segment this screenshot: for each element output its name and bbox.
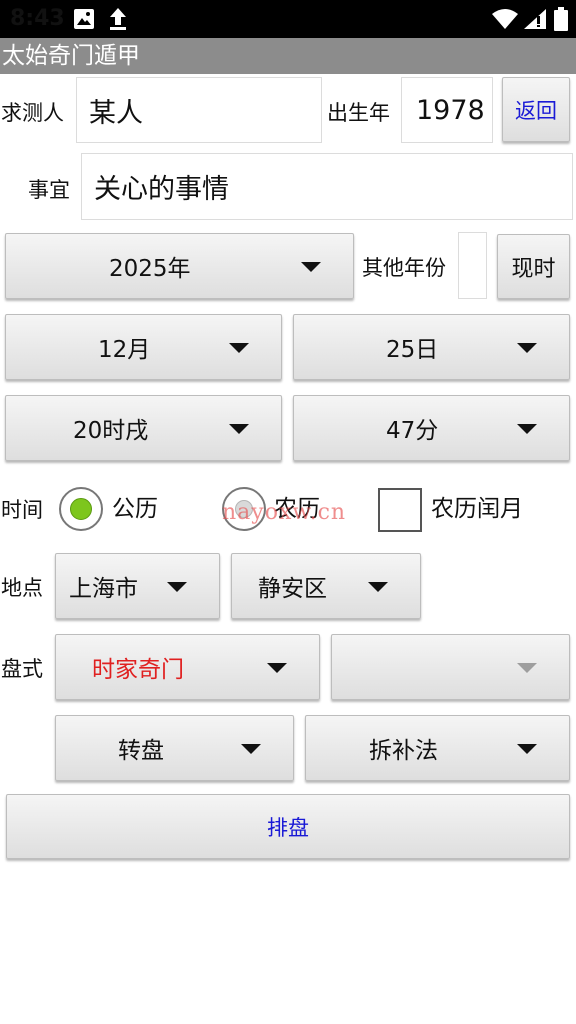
other-year-label: 其他年份 [362, 256, 446, 280]
download-icon [106, 6, 130, 32]
chevron-down-icon [229, 424, 249, 434]
method-spinner[interactable]: 转盘 [55, 715, 294, 781]
birth-year-label: 出生年 [327, 101, 390, 125]
district-value: 静安区 [258, 576, 327, 602]
chevron-down-icon [167, 582, 187, 592]
chart-subtype-spinner[interactable] [331, 634, 570, 700]
other-year-input[interactable] [458, 232, 487, 299]
solar-calendar-label: 公历 [112, 496, 158, 522]
chart-type-value: 时家奇门 [92, 657, 184, 683]
chart-style-label: 盘式 [1, 657, 43, 681]
chevron-down-icon [368, 582, 388, 592]
year-spinner[interactable]: 2025年 [5, 233, 354, 299]
minute-value: 47分 [386, 418, 439, 444]
chevron-down-icon [229, 343, 249, 353]
leap-month-checkbox[interactable] [378, 488, 422, 532]
watermark: nayoxw.cn [222, 500, 347, 525]
city-spinner[interactable]: 上海市 [55, 553, 220, 619]
chart-type-spinner[interactable]: 时家奇门 [55, 634, 320, 700]
back-button[interactable]: 返回 [502, 77, 570, 142]
radio-solar[interactable] [59, 487, 103, 531]
chevron-down-icon [301, 262, 321, 272]
chevron-down-icon [517, 663, 537, 673]
radio-selected-dot [70, 498, 92, 520]
battery-icon [552, 6, 570, 32]
matter-input[interactable]: 关心的事情 [81, 153, 573, 220]
birth-year-input[interactable]: 1978 [401, 77, 493, 143]
location-label: 地点 [1, 576, 43, 600]
now-button[interactable]: 现时 [497, 234, 570, 299]
person-input[interactable]: 某人 [76, 77, 322, 143]
wifi-icon [490, 6, 520, 32]
month-value: 12月 [98, 337, 151, 363]
day-spinner[interactable]: 25日 [293, 314, 570, 380]
district-spinner[interactable]: 静安区 [231, 553, 421, 619]
status-time: 8:43 [10, 6, 65, 31]
chevron-down-icon [267, 663, 287, 673]
chevron-down-icon [517, 343, 537, 353]
signal-icon [522, 6, 548, 32]
matter-label: 事宜 [28, 178, 70, 202]
hour-spinner[interactable]: 20时戌 [5, 395, 282, 461]
image-icon [72, 6, 96, 32]
minute-spinner[interactable]: 47分 [293, 395, 570, 461]
method-value: 转盘 [118, 738, 164, 764]
city-value: 上海市 [69, 576, 138, 602]
chevron-down-icon [517, 424, 537, 434]
rule-spinner[interactable]: 拆补法 [305, 715, 570, 781]
person-label: 求测人 [1, 101, 64, 125]
hour-value: 20时戌 [73, 418, 149, 444]
app-title: 太始奇门遁甲 [0, 38, 576, 74]
arrange-chart-button[interactable]: 排盘 [6, 794, 570, 859]
rule-value: 拆补法 [369, 738, 438, 764]
chevron-down-icon [517, 744, 537, 754]
month-spinner[interactable]: 12月 [5, 314, 282, 380]
chevron-down-icon [241, 744, 261, 754]
year-value: 2025年 [109, 256, 191, 282]
leap-month-label: 农历闰月 [431, 496, 523, 522]
time-label: 时间 [1, 498, 43, 522]
day-value: 25日 [386, 337, 439, 363]
